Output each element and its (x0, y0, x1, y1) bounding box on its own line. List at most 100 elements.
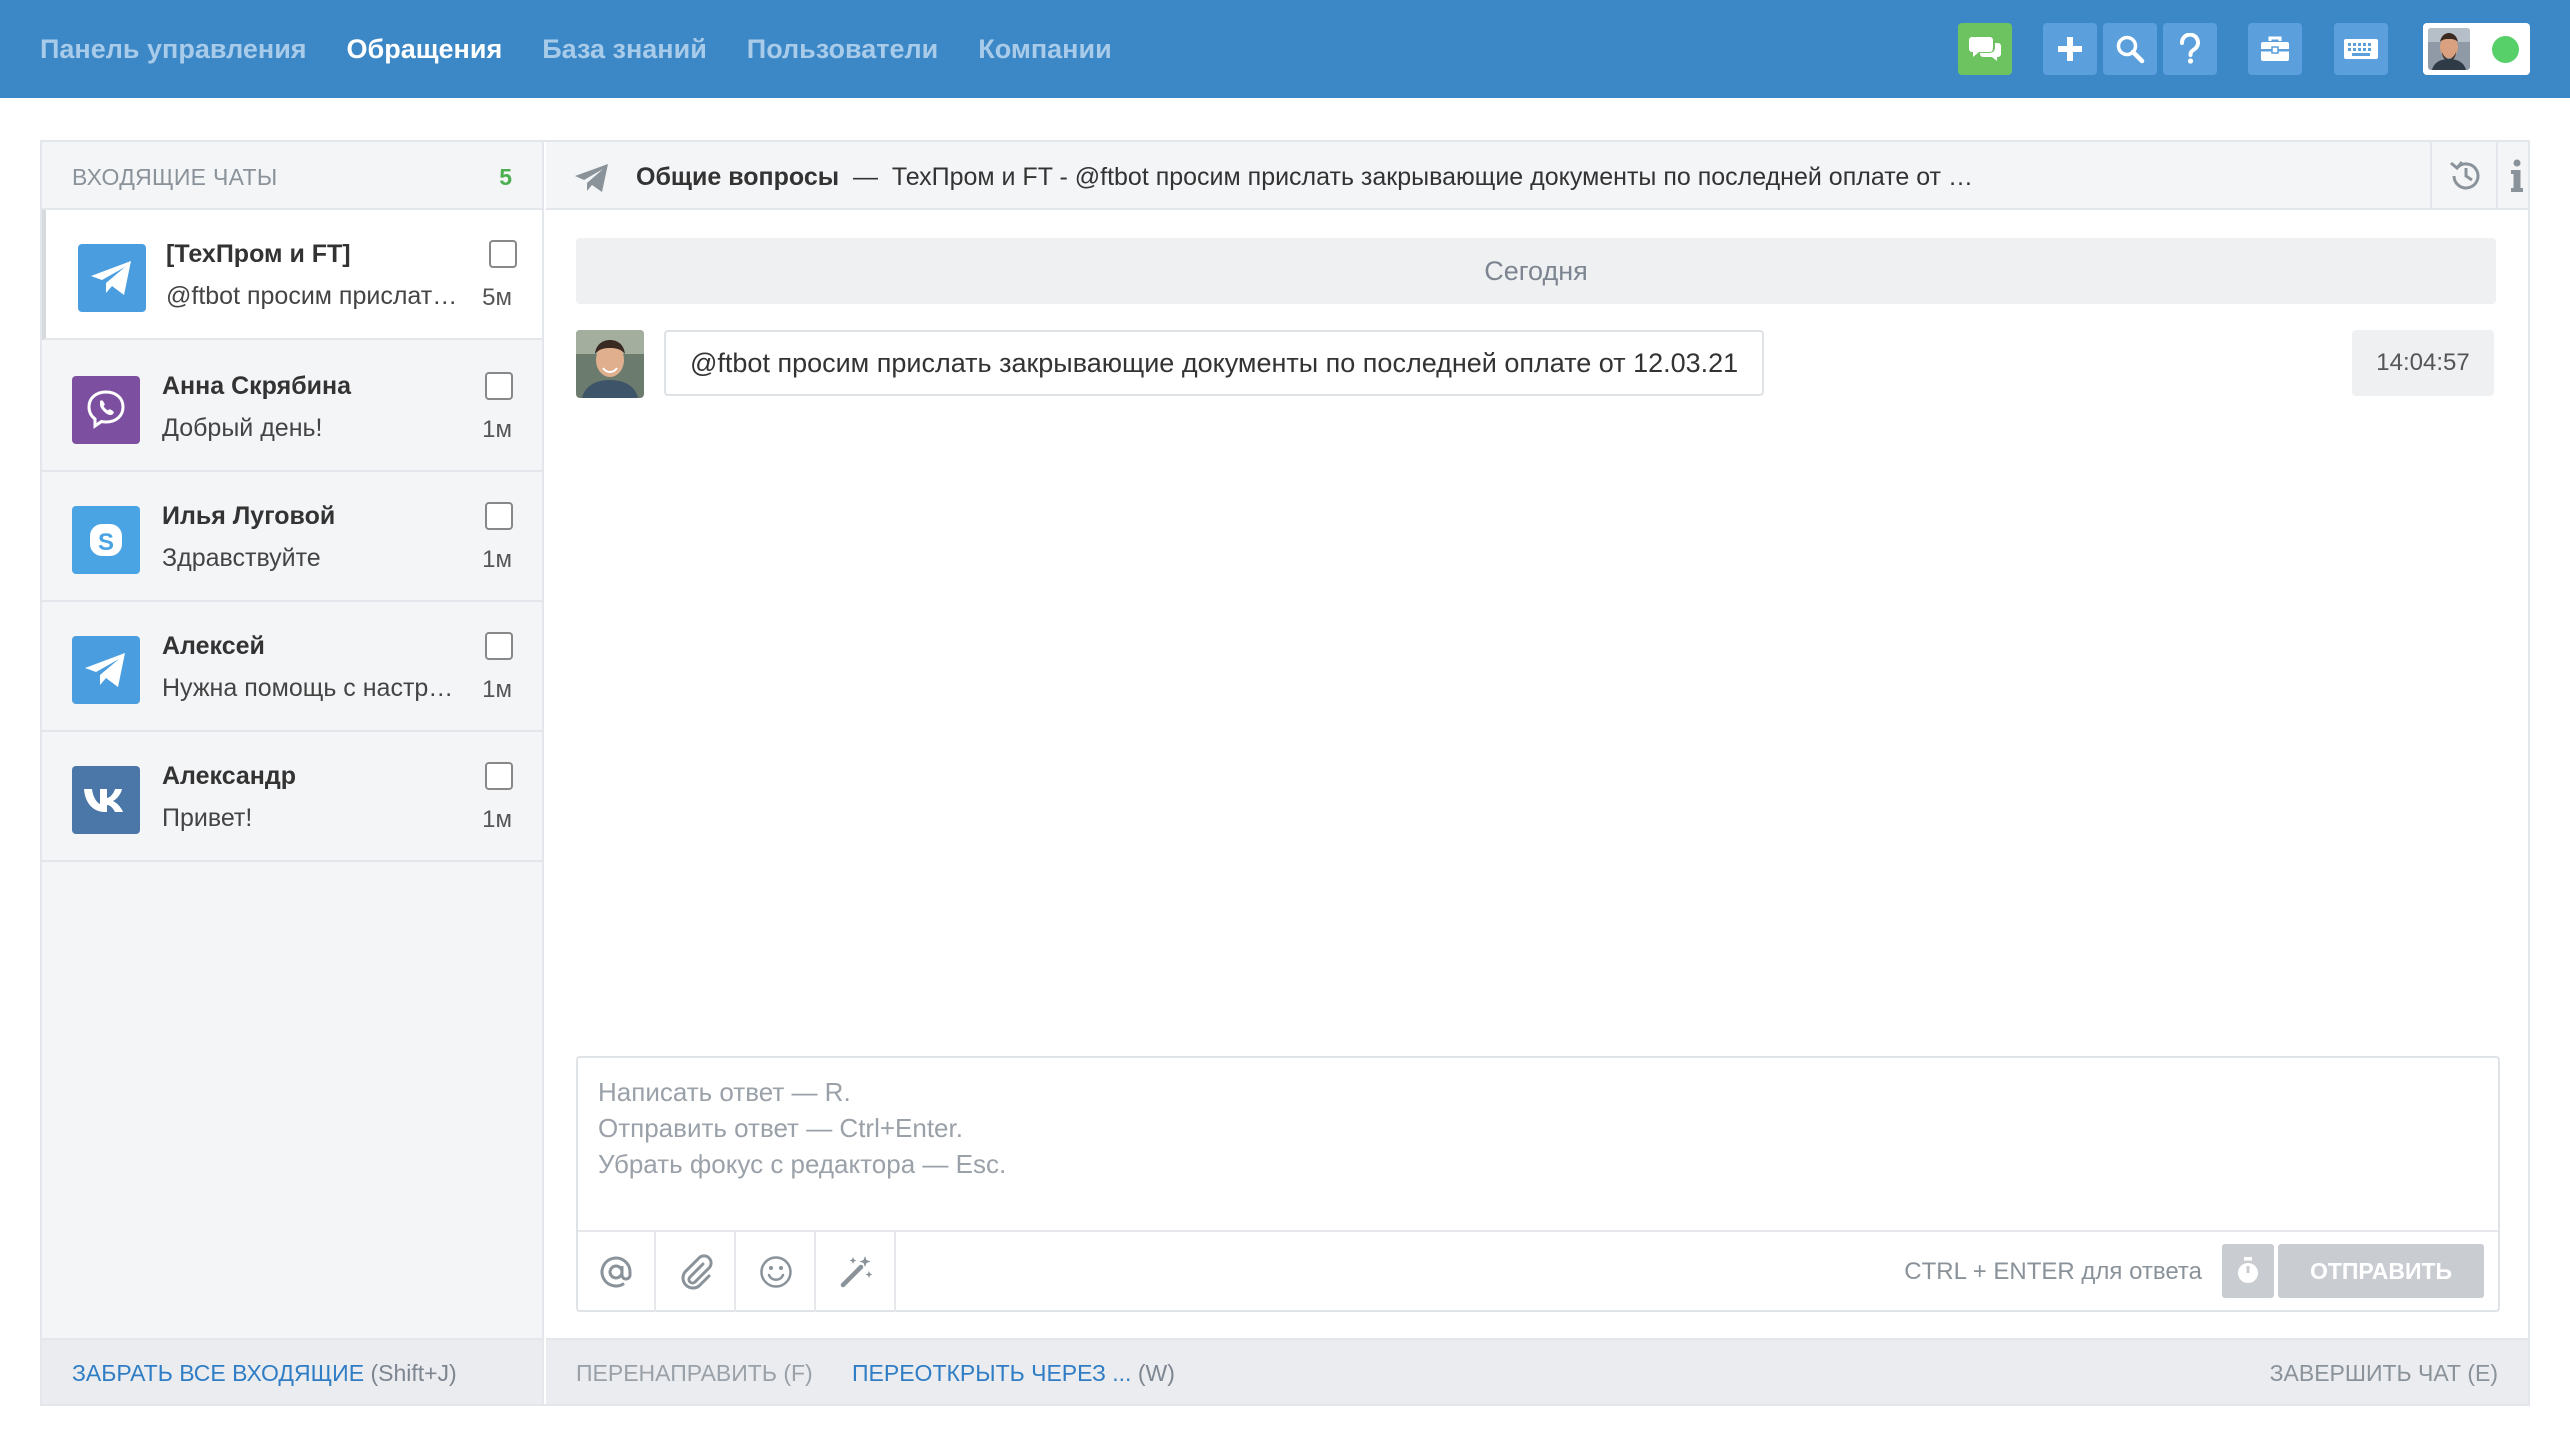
chat-preview: @ftbot просим прислать закрывающие докум… (166, 282, 466, 310)
main-nav: Панель управления Обращения База знаний … (40, 0, 1152, 98)
telegram-icon (72, 636, 140, 704)
channel-plane-icon (575, 164, 608, 192)
chat-icon (1969, 37, 2001, 61)
chats-button[interactable] (1958, 23, 2012, 75)
avatar (2428, 28, 2470, 70)
telegram-icon (78, 244, 146, 312)
attach-button[interactable] (658, 1232, 736, 1312)
profile-menu[interactable] (2423, 23, 2530, 75)
svg-text:S: S (98, 529, 114, 556)
placeholder-line: Убрать фокус с редактора — Esc. (598, 1149, 1007, 1179)
editor-toolbar: CTRL + ENTER для ответа ОТПРАВИТЬ (578, 1230, 2498, 1312)
chat-name: Александр (162, 762, 297, 790)
chat-select-checkbox[interactable] (485, 502, 513, 530)
chat-name: Илья Луговой (162, 502, 336, 530)
sidebar-footer: ЗАБРАТЬ ВСЕ ВХОДЯЩИЕ (Shift+J) (42, 1338, 542, 1404)
chat-name: Анна Скрябина (162, 372, 352, 400)
conversation-header: Общие вопросы — ТехПром и FT - @ftbot пр… (546, 142, 2528, 210)
reply-editor[interactable]: Написать ответ — R. Отправить ответ — Ct… (576, 1056, 2500, 1312)
paperclip-icon (681, 1254, 713, 1290)
message-bubble: @ftbot просим прислать закрывающие докум… (664, 330, 1765, 396)
top-navigation-bar: Панель управления Обращения База знаний … (0, 0, 2570, 98)
take-all-label: ЗАБРАТЬ ВСЕ ВХОДЯЩИЕ (72, 1360, 365, 1386)
nav-dashboard[interactable]: Панель управления (40, 34, 307, 65)
reopen-later-link[interactable]: ПЕРЕОТКРЫТЬ ЧЕРЕЗ ... (W) (852, 1360, 1175, 1387)
header-divider (2430, 142, 2432, 208)
vk-icon (72, 766, 140, 834)
mention-button[interactable] (578, 1232, 656, 1312)
chat-preview: Добрый день! (162, 414, 323, 442)
send-button[interactable]: ОТПРАВИТЬ (2278, 1244, 2484, 1298)
take-all-shortcut: (Shift+J) (370, 1360, 457, 1386)
header-divider (2496, 142, 2498, 208)
chat-select-checkbox[interactable] (485, 762, 513, 790)
question-icon (2180, 33, 2200, 64)
chat-item[interactable]: Александр Привет! 1м (42, 732, 542, 862)
sidebar-title: ВХОДЯЩИЕ ЧАТЫ (72, 164, 278, 190)
chat-time: 1м (482, 546, 512, 573)
info-icon (2511, 159, 2523, 192)
take-all-incoming-link[interactable]: ЗАБРАТЬ ВСЕ ВХОДЯЩИЕ (Shift+J) (72, 1360, 457, 1387)
skype-icon: S (72, 506, 140, 574)
finish-chat-button[interactable]: ЗАВЕРШИТЬ ЧАТ (E) (2270, 1360, 2498, 1387)
chat-select-checkbox[interactable] (489, 240, 517, 268)
nav-users[interactable]: Пользователи (747, 34, 938, 65)
chat-preview: Привет! (162, 804, 253, 832)
at-icon (600, 1256, 632, 1288)
briefcase-icon (2261, 36, 2289, 61)
reopen-shortcut: (W) (1137, 1360, 1175, 1386)
history-icon (2450, 161, 2480, 190)
search-button[interactable] (2103, 23, 2157, 75)
smiley-icon (760, 1256, 792, 1288)
nav-companies[interactable]: Компании (978, 34, 1111, 65)
chat-item[interactable]: Алексей Нужна помощь с настройкой 1м (42, 602, 542, 732)
chat-item[interactable]: [ТехПром и FT] @ftbot просим прислать за… (42, 210, 542, 340)
conversation-title: Общие вопросы — ТехПром и FT - @ftbot пр… (636, 163, 2086, 192)
templates-button[interactable] (818, 1232, 896, 1312)
chat-panel: ВХОДЯЩИЕ ЧАТЫ 5 [ТехПром и FT] @ftbot пр… (40, 140, 2530, 1406)
editor-placeholder: Написать ответ — R. Отправить ответ — Ct… (598, 1074, 1006, 1182)
reopen-label: ПЕРЕОТКРЫТЬ ЧЕРЕЗ ... (852, 1360, 1132, 1386)
chat-preview: Нужна помощь с настройкой (162, 674, 462, 702)
shortcuts-button[interactable] (2334, 23, 2388, 75)
chat-preview: Здравствуйте (162, 544, 321, 572)
delayed-send-button[interactable] (2222, 1244, 2274, 1298)
send-shortcut-hint: CTRL + ENTER для ответа (1904, 1258, 2202, 1285)
add-button[interactable] (2043, 23, 2097, 75)
online-status-indicator (2492, 36, 2519, 63)
keyboard-icon (2344, 39, 2378, 59)
stopwatch-icon (2238, 1257, 2258, 1283)
viber-icon (72, 376, 140, 444)
nav-knowledge-base[interactable]: База знаний (542, 34, 707, 65)
sidebar-header: ВХОДЯЩИЕ ЧАТЫ 5 (42, 142, 542, 210)
search-icon (2116, 35, 2145, 64)
redirect-button[interactable]: ПЕРЕНАПРАВИТЬ (F) (576, 1360, 813, 1387)
message-time: 14:04:57 (2352, 330, 2494, 396)
placeholder-line: Написать ответ — R. (598, 1077, 851, 1107)
chat-time: 5м (482, 284, 512, 311)
emoji-button[interactable] (738, 1232, 816, 1312)
chat-name: [ТехПром и FT] (166, 240, 351, 268)
chat-select-checkbox[interactable] (485, 632, 513, 660)
chat-name: Алексей (162, 632, 265, 660)
conversation-group: Общие вопросы (636, 163, 840, 191)
info-button[interactable] (2506, 156, 2528, 196)
magic-wand-icon (840, 1256, 873, 1288)
help-button[interactable] (2163, 23, 2217, 75)
chat-time: 1м (482, 676, 512, 703)
plus-icon (2058, 37, 2082, 61)
chat-time: 1м (482, 806, 512, 833)
message-avatar (576, 330, 644, 398)
title-separator: — (852, 163, 878, 191)
day-separator: Сегодня (576, 238, 2496, 304)
chat-time: 1м (482, 416, 512, 443)
chat-item[interactable]: Анна Скрябина Добрый день! 1м (42, 342, 542, 472)
history-button[interactable] (2446, 156, 2486, 196)
conversation-footer: ПЕРЕНАПРАВИТЬ (F) ПЕРЕОТКРЫТЬ ЧЕРЕЗ ... … (546, 1338, 2528, 1404)
chat-item[interactable]: S Илья Луговой Здравствуйте 1м (42, 472, 542, 602)
conversation-subject: ТехПром и FT - @ftbot просим прислать за… (891, 163, 1973, 191)
chat-select-checkbox[interactable] (485, 372, 513, 400)
incoming-chats-sidebar: ВХОДЯЩИЕ ЧАТЫ 5 [ТехПром и FT] @ftbot пр… (42, 142, 544, 1404)
nav-tickets[interactable]: Обращения (347, 34, 503, 65)
workspace-button[interactable] (2248, 23, 2302, 75)
